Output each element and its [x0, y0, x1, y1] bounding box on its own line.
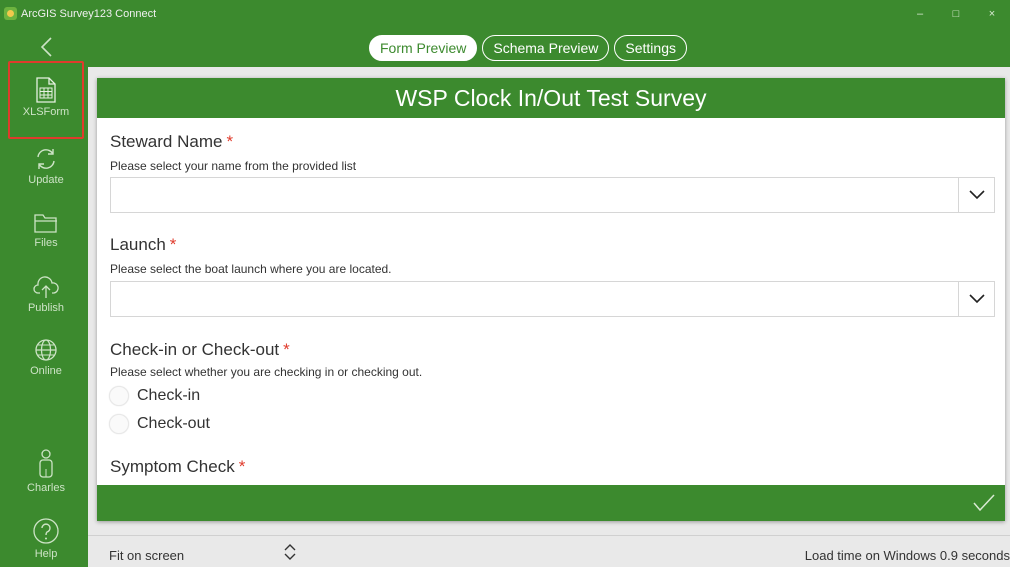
- radio-option-check-in[interactable]: Check-in: [109, 384, 200, 408]
- window-controls: – □ ×: [902, 0, 1010, 27]
- zoom-label: Fit on screen: [109, 548, 185, 563]
- question-label: Symptom Check *: [110, 457, 245, 477]
- question-text: Check-in or Check-out: [110, 340, 280, 359]
- required-marker: *: [169, 235, 177, 254]
- app-logo-icon: [4, 7, 17, 20]
- submit-button[interactable]: [973, 494, 995, 517]
- tab-schema-preview[interactable]: Schema Preview: [482, 35, 610, 61]
- bottom-bar: Fit on screen Load time on Windows 0.9 s…: [88, 535, 1010, 567]
- radio-label: Check-in: [137, 387, 201, 404]
- sidebar: XLSForm Update Files Publish Online Char…: [0, 61, 88, 567]
- chevron-down-icon: [968, 190, 985, 200]
- sidebar-item-label: Charles: [27, 482, 65, 494]
- load-time-status: Load time on Windows 0.9 seconds: [804, 548, 1010, 563]
- maximize-button[interactable]: □: [938, 0, 974, 27]
- sidebar-item-label: Online: [30, 365, 62, 377]
- window-title: ArcGIS Survey123 Connect: [21, 7, 157, 20]
- checkmark-icon: [973, 494, 995, 512]
- help-icon: [33, 518, 59, 544]
- refresh-icon: [37, 149, 55, 169]
- globe-icon: [35, 339, 57, 361]
- question-label: Launch *: [110, 235, 176, 255]
- question-text: Symptom Check: [110, 457, 235, 476]
- sidebar-item-label: XLSForm: [22, 106, 70, 118]
- form-title: WSP Clock In/Out Test Survey: [97, 78, 1005, 118]
- sidebar-item-label: Help: [34, 548, 58, 560]
- launch-select[interactable]: [110, 281, 995, 317]
- form-footer: [97, 485, 1005, 521]
- question-label: Check-in or Check-out *: [110, 340, 290, 360]
- question-text: Launch: [110, 235, 166, 254]
- sidebar-item-help[interactable]: Help: [8, 517, 84, 560]
- dropdown-button[interactable]: [958, 282, 994, 316]
- steward-name-select[interactable]: [110, 177, 995, 213]
- radio-label: Check-out: [137, 415, 210, 432]
- user-icon: [39, 449, 53, 478]
- sidebar-item-xlsform[interactable]: XLSForm: [8, 61, 84, 139]
- folder-icon: [34, 214, 57, 233]
- radio-option-check-out[interactable]: Check-out: [109, 412, 210, 436]
- tab-form-preview[interactable]: Form Preview: [369, 35, 478, 61]
- required-marker: *: [226, 132, 234, 151]
- radio-button[interactable]: [109, 386, 129, 406]
- sidebar-item-user[interactable]: Charles: [8, 449, 84, 494]
- question-hint: Please select your name from the provide…: [110, 159, 357, 173]
- title-bar: ArcGIS Survey123 Connect – □ ×: [0, 0, 1010, 27]
- zoom-spinner[interactable]: [284, 543, 296, 566]
- question-text: Steward Name: [110, 132, 223, 151]
- up-down-chevron-icon: [284, 544, 296, 560]
- chevron-down-icon: [968, 294, 985, 304]
- minimize-button[interactable]: –: [902, 0, 938, 27]
- tab-settings[interactable]: Settings: [614, 35, 687, 61]
- back-button[interactable]: [34, 35, 58, 59]
- sidebar-item-label: Publish: [27, 302, 65, 314]
- sidebar-item-update[interactable]: Update: [8, 147, 84, 186]
- dropdown-button[interactable]: [958, 178, 994, 212]
- question-hint: Please select the boat launch where you …: [110, 262, 392, 276]
- sidebar-item-label: Files: [34, 237, 58, 249]
- form-body[interactable]: Steward Name * Please select your name fr…: [97, 118, 1005, 485]
- top-nav-bar: Form Preview Schema Preview Settings: [0, 27, 1010, 67]
- radio-button[interactable]: [109, 414, 129, 434]
- form-preview-card: WSP Clock In/Out Test Survey Steward Nam…: [97, 78, 1005, 521]
- question-hint: Please select whether you are checking i…: [110, 365, 423, 379]
- sidebar-item-online[interactable]: Online: [8, 338, 84, 377]
- cloud-upload-icon: [33, 276, 59, 298]
- sidebar-item-files[interactable]: Files: [8, 212, 84, 249]
- sidebar-item-label: Update: [28, 174, 64, 186]
- spreadsheet-icon: [36, 77, 56, 103]
- sidebar-item-publish[interactable]: Publish: [8, 275, 84, 314]
- required-marker: *: [283, 340, 290, 359]
- chevron-left-icon: [40, 37, 52, 57]
- question-label: Steward Name *: [110, 132, 233, 152]
- preview-tabs: Form Preview Schema Preview Settings: [369, 35, 687, 61]
- required-marker: *: [238, 457, 246, 476]
- close-button[interactable]: ×: [974, 0, 1010, 27]
